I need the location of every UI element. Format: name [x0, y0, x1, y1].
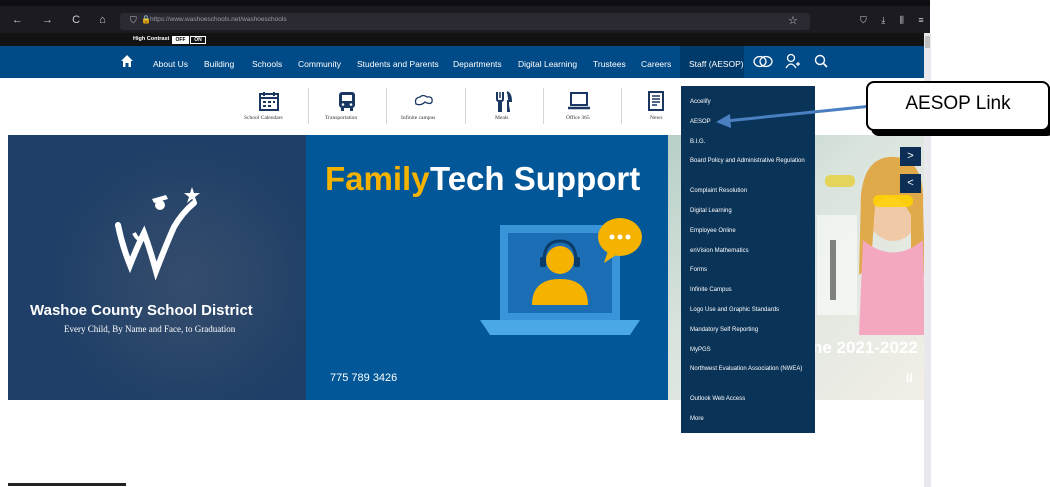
pause-icon[interactable]: II	[906, 371, 913, 385]
url-text[interactable]: https://www.washoeschools.net/washoescho…	[150, 16, 287, 23]
menu-item-envision-mathematics[interactable]: enVision Mathematics	[690, 247, 808, 255]
bookmark-star-icon[interactable]: ☆	[788, 14, 798, 27]
district-logo	[115, 187, 200, 280]
newspaper-icon[interactable]	[646, 90, 666, 112]
nav-staff-aesop[interactable]: Staff (AESOP)	[689, 59, 744, 69]
menu-item-more[interactable]: More	[690, 415, 808, 423]
laptop-support-illustration	[480, 218, 642, 335]
district-name: Washoe County School District	[30, 302, 253, 319]
menu-item-board-policy[interactable]: Board Policy and Administrative Regulati…	[690, 157, 808, 165]
quicklink-meals[interactable]: Meals	[495, 115, 508, 121]
high-contrast-off-button[interactable]: OFF	[172, 36, 189, 44]
quicklink-infinite-campus[interactable]: Infinite campus	[401, 115, 435, 121]
annotation-arrow	[716, 104, 873, 128]
nav-about-us[interactable]: About Us	[153, 59, 188, 69]
search-icon[interactable]	[814, 54, 828, 68]
calendar-icon[interactable]	[258, 90, 280, 112]
menu-item-mypgs[interactable]: MyPGS	[690, 346, 808, 354]
tab-strip	[0, 0, 930, 6]
infinite-campus-icon[interactable]	[413, 92, 435, 108]
slide-title-family: Family	[325, 160, 430, 197]
menu-item-forms[interactable]: Forms	[690, 266, 808, 274]
nav-schools[interactable]: Schools	[252, 59, 282, 69]
quicklink-divider	[308, 88, 309, 124]
quicklink-school-calendars[interactable]: School Calendars	[244, 115, 283, 121]
quicklink-divider	[543, 88, 544, 124]
quicklink-divider	[465, 88, 466, 124]
menu-item-digital-learning[interactable]: Digital Learning	[690, 207, 808, 215]
bottom-strip	[8, 483, 126, 486]
quicklink-divider	[621, 88, 622, 124]
quicklink-office-365[interactable]: Office 365	[566, 115, 590, 121]
shield-icon: ⛉	[130, 15, 137, 25]
menu-item-infinite-campus[interactable]: Infinite Campus	[690, 286, 808, 294]
nav-community[interactable]: Community	[298, 59, 341, 69]
callout-text: AESOP Link	[905, 93, 1011, 114]
slide-text-school-year: ne 2021-2022 S	[812, 338, 934, 357]
high-contrast-label: High Contrast	[133, 36, 170, 42]
menu-item-mandatory-self-reporting[interactable]: Mandatory Self Reporting	[690, 326, 808, 334]
quicklink-news[interactable]: News	[650, 115, 663, 121]
menu-item-logo-use[interactable]: Logo Use and Graphic Standards	[690, 306, 808, 314]
menu-item-employee-online[interactable]: Employee Online	[690, 227, 808, 235]
nav-departments[interactable]: Departments	[453, 59, 502, 69]
quicklink-divider	[386, 88, 387, 124]
browser-nav-buttons[interactable]: ← → C ⌂	[12, 14, 114, 26]
menu-item-complaint-resolution[interactable]: Complaint Resolution	[690, 187, 808, 195]
slider-next-button[interactable]: >	[900, 147, 921, 166]
bus-icon[interactable]	[336, 90, 358, 112]
nav-careers[interactable]: Careers	[641, 59, 671, 69]
nav-students-and-parents[interactable]: Students and Parents	[357, 59, 439, 69]
browser-toolbar-icons[interactable]: ⛉ ⤓ ⫼ ≡	[860, 15, 930, 26]
nav-building[interactable]: Building	[204, 59, 234, 69]
nav-trustees[interactable]: Trustees	[593, 59, 626, 69]
support-phone-number: 775 789 3426	[330, 372, 398, 384]
menu-item-outlook-web-access[interactable]: Outlook Web Access	[690, 395, 808, 403]
slide-title-tech-support: Tech Support	[430, 160, 641, 197]
translate-icon[interactable]	[753, 55, 773, 68]
menu-item-big[interactable]: B.I.G.	[690, 138, 808, 146]
laptop-icon[interactable]	[567, 90, 591, 112]
utensils-icon[interactable]	[492, 90, 514, 112]
slider-prev-button[interactable]: <	[900, 174, 921, 193]
high-contrast-on-button[interactable]: ON	[190, 36, 206, 44]
menu-item-nwea[interactable]: Northwest Evaluation Association (NWEA)	[690, 365, 808, 373]
user-login-icon[interactable]	[785, 53, 800, 69]
scrollbar-thumb[interactable]	[925, 36, 930, 48]
nav-digital-learning[interactable]: Digital Learning	[518, 59, 577, 69]
quicklink-transportation[interactable]: Transportation	[325, 115, 357, 121]
district-motto: Every Child, By Name and Face, to Gradua…	[64, 324, 236, 334]
home-icon[interactable]	[120, 54, 134, 68]
